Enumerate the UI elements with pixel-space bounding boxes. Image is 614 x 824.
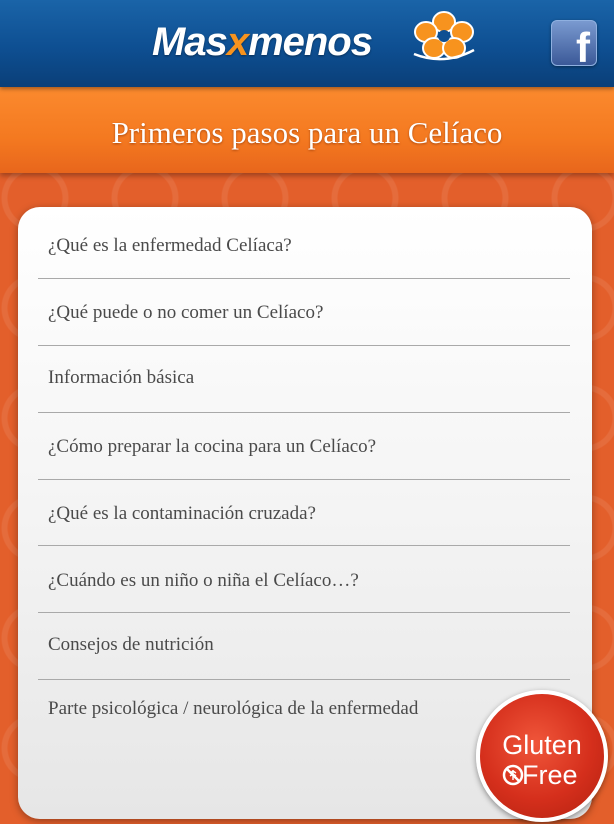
badge-line-gluten: Gluten xyxy=(502,730,582,760)
menu-item-informacion-basica[interactable]: Información básica xyxy=(38,365,570,395)
divider xyxy=(38,612,570,613)
menu-item-label: ¿Cómo preparar la cocina para un Celíaco… xyxy=(48,436,377,457)
divider xyxy=(38,278,570,279)
menu-item-label: Consejos de nutrición xyxy=(48,634,214,655)
menu-item-label: Información básica xyxy=(48,367,195,388)
menu-item-contaminacion-cruzada[interactable]: ¿Qué es la contaminación cruzada? xyxy=(38,501,570,531)
divider xyxy=(38,679,570,680)
gluten-free-badge: Gluten Free xyxy=(476,690,608,822)
menu-item-nino-nina[interactable]: ¿Cuándo es un niño o niña el Celíaco…? xyxy=(38,568,570,598)
menu-item-label: ¿Qué puede o no comer un Celíaco? xyxy=(48,302,324,323)
menu-item-consejos-nutricion[interactable]: Consejos de nutrición xyxy=(38,632,570,662)
menu-item-enfermedad-celiaca[interactable]: ¿Qué es la enfermedad Celíaca? xyxy=(38,233,570,263)
menu-item-label: ¿Qué es la enfermedad Celíaca? xyxy=(48,235,292,256)
page-title: Primeros pasos para un Celíaco xyxy=(111,115,503,150)
divider xyxy=(38,545,570,546)
divider xyxy=(38,479,570,480)
logo-wordmark: Masxmenos xyxy=(152,20,373,64)
flower-logo-icon xyxy=(413,11,475,61)
menu-item-label: Parte psicológica / neurológica de la en… xyxy=(48,698,419,719)
facebook-button[interactable]: f xyxy=(551,20,597,71)
facebook-icon: f xyxy=(576,24,590,71)
menu-item-que-puede-comer[interactable]: ¿Qué puede o no comer un Celíaco? xyxy=(38,300,570,330)
menu-item-label: ¿Cuándo es un niño o niña el Celíaco…? xyxy=(48,570,359,591)
divider xyxy=(38,412,570,413)
app-header: Masxmenos f xyxy=(0,0,614,87)
menu-item-preparar-cocina[interactable]: ¿Cómo preparar la cocina para un Celíaco… xyxy=(38,434,570,464)
masxmenos-logo: Masxmenos xyxy=(152,11,482,72)
divider xyxy=(38,345,570,346)
title-band: Primeros pasos para un Celíaco xyxy=(0,87,614,173)
no-wheat-icon xyxy=(502,764,524,786)
badge-line-free: Free xyxy=(522,760,578,790)
menu-item-label: ¿Qué es la contaminación cruzada? xyxy=(48,503,316,524)
